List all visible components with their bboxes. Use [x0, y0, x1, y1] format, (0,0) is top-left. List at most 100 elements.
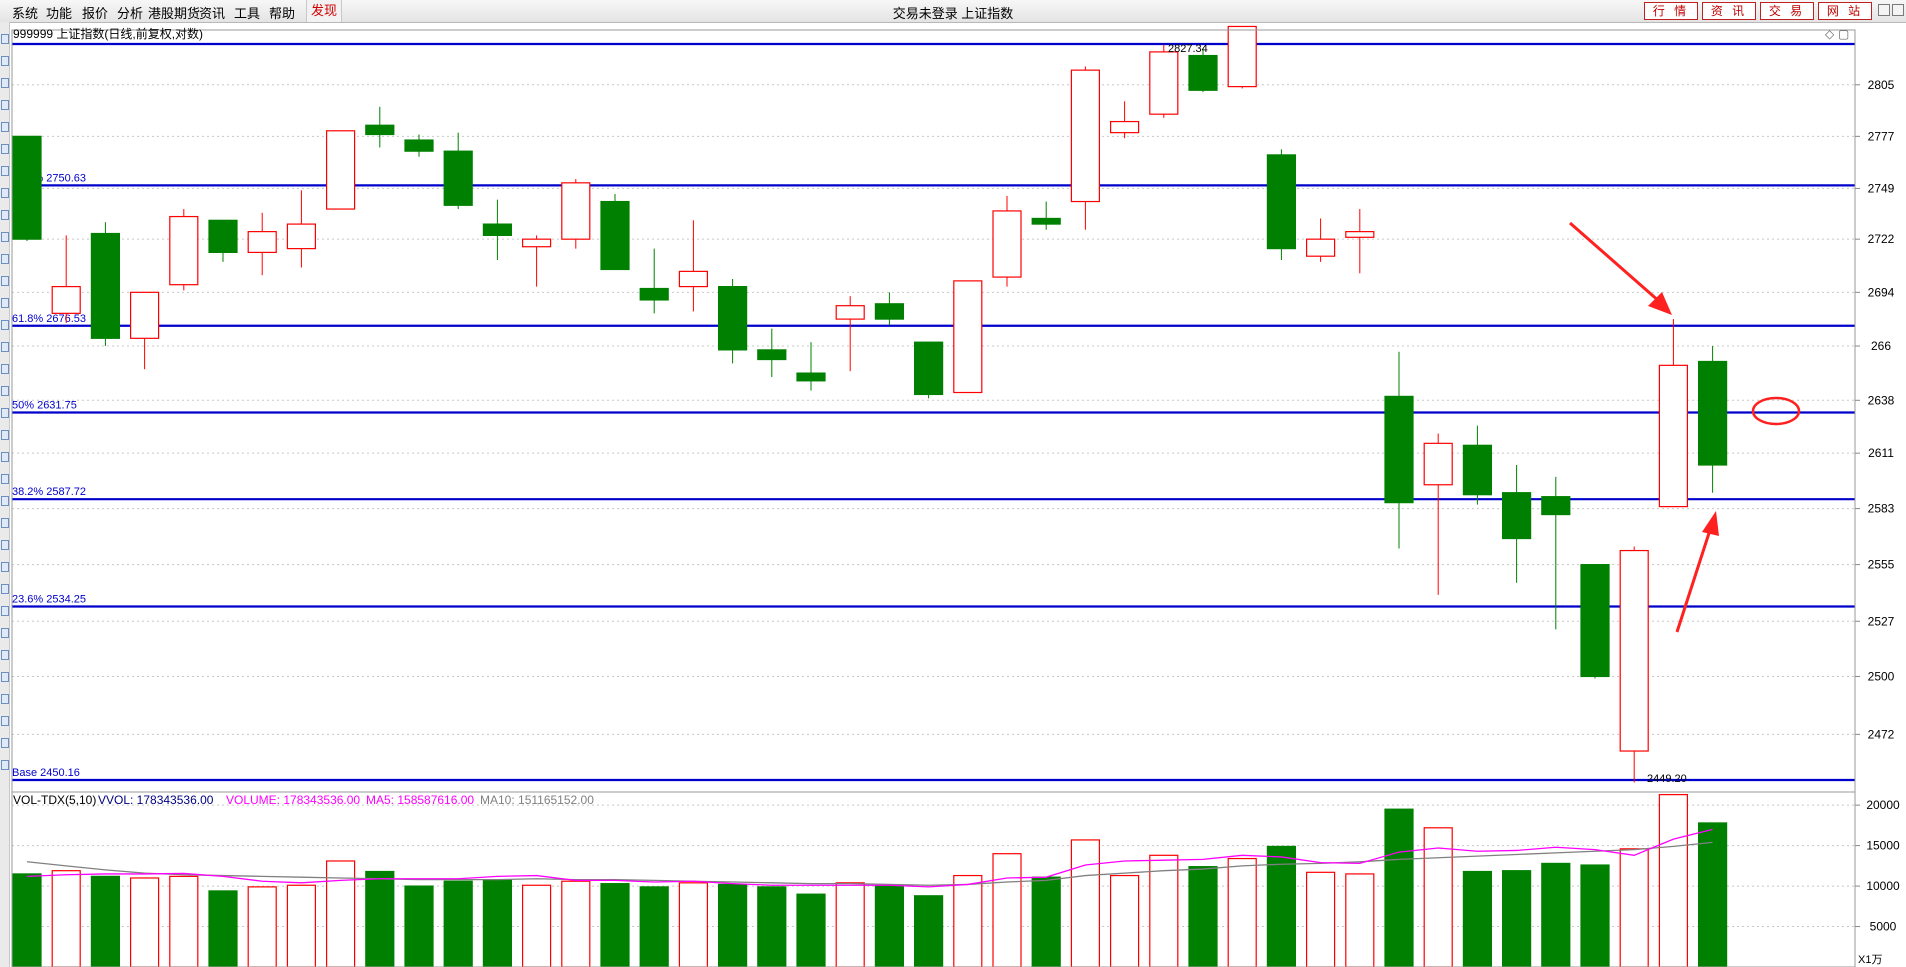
volume-bar — [1305, 871, 1336, 967]
candle-body — [326, 130, 356, 210]
price-tick-label: 2694 — [1868, 285, 1895, 299]
candle-body — [1188, 54, 1218, 91]
volume-bar — [1109, 874, 1140, 967]
price-tick-label: 2555 — [1868, 558, 1895, 572]
volume-bar — [1697, 822, 1728, 967]
fib-label: 50% 2631.75 — [12, 399, 77, 411]
volume-bar — [1149, 854, 1179, 967]
volume-bar — [326, 860, 356, 967]
candle-body — [404, 139, 434, 152]
circle-marker — [1751, 396, 1801, 426]
volume-bar — [1541, 862, 1571, 967]
volume-bar — [1227, 857, 1257, 967]
candle-body — [1697, 360, 1728, 466]
volume-bar — [600, 883, 630, 967]
volume-bars — [12, 794, 1728, 967]
candle-body — [717, 285, 748, 351]
candle-body — [521, 238, 552, 248]
fib-label: 61.8% 2676.53 — [12, 313, 86, 325]
price-tick-label: 2638 — [1868, 393, 1895, 407]
volume-bar — [1501, 870, 1532, 967]
candle-body — [169, 215, 199, 286]
volume-tick-label: 5000 — [1870, 920, 1897, 934]
fib-label: 23.6% 2534.25 — [12, 594, 86, 606]
candle-body — [1462, 444, 1493, 496]
volume-bar — [443, 880, 473, 967]
volume-bar — [796, 893, 826, 967]
volume-bar — [521, 884, 552, 967]
price-tick-label: 2583 — [1868, 502, 1895, 516]
candle-body — [992, 210, 1022, 278]
price-panel-frame — [11, 29, 1856, 793]
candle-body — [247, 231, 277, 254]
candle-body — [678, 270, 709, 288]
candle-body — [1619, 549, 1649, 752]
candle-body — [796, 372, 826, 382]
fibonacci-levels: 80.9% 2750.6361.8% 2676.5350% 2631.7538.… — [12, 42, 1855, 782]
volume-bar — [1619, 848, 1649, 967]
volume-bar — [992, 853, 1022, 967]
candle-body — [1541, 496, 1571, 516]
candle-body — [90, 232, 121, 339]
diamond-icon[interactable]: ◇ — [1825, 27, 1835, 41]
candlestick-chart: 80.9% 2750.6361.8% 2676.5350% 2631.7538.… — [11, 25, 1900, 967]
candle-body — [1109, 120, 1140, 134]
volume-bar — [169, 875, 199, 967]
volume-bar — [1658, 794, 1689, 967]
candle-body — [1423, 442, 1453, 486]
candle-body — [1305, 238, 1336, 257]
volume-tick-label: 15000 — [1866, 839, 1900, 853]
volume-bar — [1580, 864, 1610, 967]
low-label: 2449.20 — [1647, 773, 1687, 785]
candle-body — [1149, 51, 1179, 115]
volume-ma-lines — [26, 828, 1713, 888]
volume-bar — [1188, 866, 1218, 967]
candle-body — [1658, 364, 1689, 508]
volume-bar — [1345, 873, 1375, 967]
down-arrow-shaft — [1569, 221, 1661, 304]
ma5-value: MA5: 158587616.00 — [366, 793, 474, 807]
volume-bar — [130, 877, 160, 967]
volume-bar — [835, 882, 865, 967]
volume-bar — [482, 878, 512, 967]
chart-header: 999999 上证指数(日线,前复权,对数) — [13, 26, 203, 41]
candles — [12, 25, 1728, 783]
ma5-line — [26, 828, 1713, 888]
up-arrow-head — [1702, 511, 1719, 536]
candle-body — [286, 223, 316, 250]
up-arrow-shaft — [1675, 529, 1712, 633]
candle-body — [561, 182, 591, 240]
candle-body — [365, 124, 395, 136]
fib-label: Base 2450.16 — [12, 767, 80, 779]
volume-bar — [678, 882, 709, 967]
price-tick-label: 2472 — [1868, 727, 1895, 741]
volume-bar — [1384, 808, 1414, 967]
indicator-name: VOL-TDX(5,10) — [13, 793, 96, 807]
candle-body — [208, 219, 238, 254]
candle-body — [130, 291, 160, 339]
volume-bar — [639, 886, 669, 967]
volume-bar — [404, 885, 434, 967]
candle-body — [1384, 395, 1414, 504]
price-tick-label: 2500 — [1868, 669, 1895, 683]
volume-bar — [51, 870, 81, 967]
price-tick-label: 2722 — [1868, 232, 1895, 246]
high-label: 2827.34 — [1168, 43, 1208, 55]
volume-tick-label: 10000 — [1866, 879, 1900, 893]
candle-body — [1501, 492, 1532, 540]
candle-body — [600, 200, 630, 271]
volume-bar — [1031, 876, 1061, 967]
volume-tick-label: 20000 — [1866, 798, 1900, 812]
volume-bar — [757, 886, 787, 967]
volume-bar — [717, 883, 748, 967]
candle-body — [1227, 25, 1257, 88]
candle-body — [913, 341, 944, 396]
candle-body — [1345, 231, 1375, 238]
candle-body — [639, 287, 669, 301]
ma10-value: MA10: 151165152.00 — [480, 793, 594, 807]
candle-body — [443, 150, 473, 206]
volume-bar — [913, 895, 944, 967]
candle-body — [1580, 564, 1610, 678]
volume-bar — [561, 880, 591, 967]
maximize-icon[interactable]: ▢ — [1838, 27, 1849, 41]
